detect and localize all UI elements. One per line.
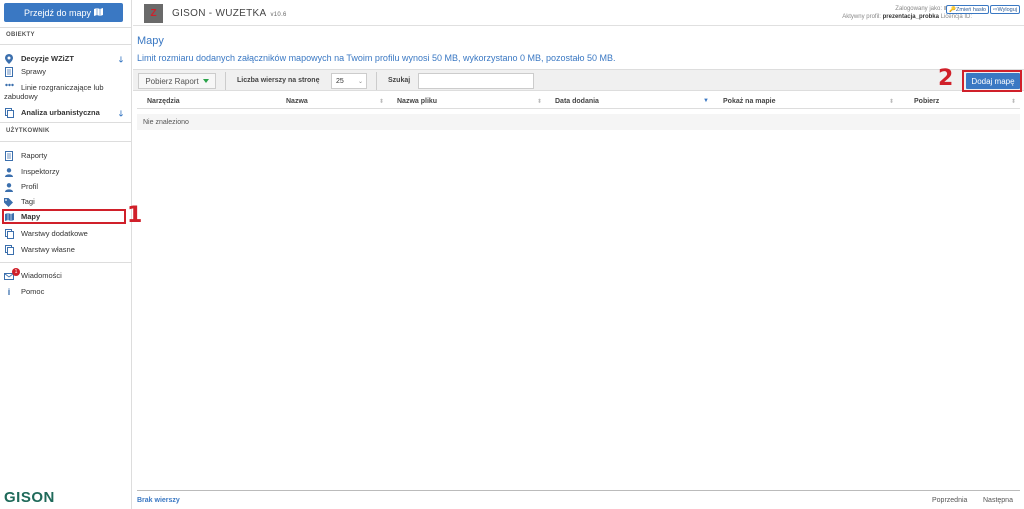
limit-info: Limit rozmiaru dodanych załączników mapo…	[137, 53, 616, 63]
key-icon: 🔑	[949, 6, 957, 13]
sidebar: Przejdź do mapy OBIEKTY Decyzje WZiZT 🡓 …	[0, 0, 142, 509]
sidebar-item-help[interactable]: i Pomoc	[4, 287, 128, 297]
sidebar-item-label: Wiadomości	[21, 271, 62, 280]
app-logo: Z	[144, 4, 163, 23]
divider	[0, 141, 132, 142]
next-page-button[interactable]: Następna	[983, 497, 1013, 504]
sidebar-item-tags[interactable]: Tagi	[4, 197, 128, 207]
annotation-marker-2: 2	[938, 66, 954, 91]
divider	[225, 72, 226, 90]
document-icon	[4, 151, 14, 161]
top-header: Z GISON - WUZETKA v10.6 Zalogowany jako: …	[133, 0, 1024, 26]
search-input[interactable]	[418, 73, 534, 89]
row-count-info: Brak wierszy	[137, 497, 180, 504]
map-icon	[94, 7, 104, 18]
sidebar-item-lines[interactable]: Linie rozgraniczające lub zabudowy	[4, 83, 128, 101]
sidebar-item-profile[interactable]: Profil	[4, 182, 128, 192]
document-icon	[4, 67, 14, 77]
divider	[376, 72, 377, 90]
sidebar-item-label: Warstwy dodatkowe	[21, 229, 88, 238]
rows-per-page-select[interactable]: 25 ⌄	[331, 73, 367, 89]
column-header-tools[interactable]: Narzędzia	[147, 98, 180, 105]
divider	[0, 27, 132, 28]
sidebar-item-inspectors[interactable]: Inspektorzy	[4, 167, 128, 177]
mail-icon: 1	[4, 268, 20, 281]
divider	[0, 262, 132, 263]
section-objects-heading: OBIEKTY	[6, 32, 35, 38]
logged-in-label: Zalogowany jako:	[895, 6, 942, 12]
sort-icon[interactable]: ⬍	[379, 98, 384, 105]
column-header-file-name[interactable]: Nazwa pliku	[397, 98, 437, 105]
license-label: Licencja ID:	[940, 14, 972, 20]
sidebar-item-additional-layers[interactable]: Warstwy dodatkowe	[4, 229, 128, 239]
sidebar-item-label: Linie rozgraniczające lub zabudowy	[4, 83, 104, 101]
sidebar-item-decisions[interactable]: Decyzje WZiZT 🡓	[4, 54, 128, 64]
column-header-name[interactable]: Nazwa	[286, 98, 308, 105]
rows-per-page-label: Liczba wierszy na stronę	[237, 77, 320, 84]
empty-table-row: Nie znaleziono	[137, 114, 1020, 130]
active-profile: prezentacja_probka	[882, 14, 939, 20]
layers-icon	[4, 245, 14, 255]
go-to-map-label: Przejdź do mapy	[23, 7, 92, 18]
sidebar-item-urban-analysis[interactable]: Analiza urbanistyczna 🡓	[4, 108, 128, 118]
rows-per-page-value: 25	[336, 77, 344, 85]
download-report-button[interactable]: Pobierz Raport	[138, 73, 216, 89]
tags-icon	[4, 197, 14, 207]
search-label: Szukaj	[388, 77, 411, 84]
column-header-download[interactable]: Pobierz	[914, 98, 939, 105]
sidebar-item-reports[interactable]: Raporty	[4, 151, 128, 161]
app-title: GISON - WUZETKA v10.6	[172, 8, 287, 19]
chevron-down-icon[interactable]: 🡓	[119, 54, 123, 68]
download-report-label: Pobierz Raport	[145, 76, 199, 86]
section-user-heading: UŻYTKOWNIK	[6, 128, 50, 134]
active-profile-label: Aktywny profil:	[842, 14, 881, 20]
change-password-label: Zmień hasło	[956, 6, 986, 13]
app-version: v10.6	[270, 12, 287, 18]
info-icon: i	[7, 287, 11, 297]
chevron-down-icon[interactable]: 🡓	[119, 108, 123, 122]
previous-page-button[interactable]: Poprzednia	[932, 497, 967, 504]
unread-badge: 1	[12, 268, 20, 276]
sort-icon[interactable]: ⬍	[537, 98, 542, 105]
divider	[0, 122, 132, 123]
sidebar-item-label: Decyzje WZiZT	[21, 54, 74, 63]
copy-icon	[4, 108, 14, 118]
sidebar-item-label: Inspektorzy	[21, 167, 60, 176]
sidebar-item-label: Sprawy	[21, 67, 47, 76]
column-header-show-on-map[interactable]: Pokaż na mapie	[723, 98, 776, 105]
add-map-button[interactable]: Dodaj mapę	[966, 73, 1020, 89]
table-toolbar: Pobierz Raport Liczba wierszy na stronę …	[133, 69, 1024, 92]
change-password-button[interactable]: 🔑 Zmień hasło	[946, 5, 989, 14]
sidebar-item-label: Tagi	[21, 197, 35, 206]
sidebar-item-cases[interactable]: Sprawy	[4, 67, 128, 77]
sidebar-item-label: Warstwy własne	[21, 245, 75, 254]
logout-button[interactable]: ⇨ Wyloguj	[989, 5, 1020, 14]
sort-icon[interactable]: ⬍	[889, 98, 894, 105]
gison-logo: GISON	[4, 489, 55, 506]
highlight-box-maps	[2, 209, 126, 224]
sort-desc-icon[interactable]: ▼	[703, 98, 709, 104]
sidebar-item-messages[interactable]: 1 Wiadomości	[4, 268, 128, 281]
sidebar-item-label: Profil	[21, 182, 39, 191]
pin-icon	[4, 54, 14, 64]
page-title: Mapy	[137, 35, 164, 47]
caret-down-icon	[202, 79, 209, 83]
column-header-date-added[interactable]: Data dodania	[555, 98, 599, 105]
sidebar-item-label: Pomoc	[21, 287, 45, 296]
table-header: Narzędzia Nazwa ⬍ Nazwa pliku ⬍ Data dod…	[137, 96, 1020, 109]
sidebar-item-label: Raporty	[21, 151, 48, 160]
user-icon	[4, 167, 14, 177]
sidebar-item-own-layers[interactable]: Warstwy własne	[4, 245, 128, 255]
sort-icon[interactable]: ⬍	[1011, 98, 1016, 105]
divider	[0, 44, 132, 45]
go-to-map-button[interactable]: Przejdź do mapy	[4, 3, 123, 22]
app-title-text: GISON - WUZETKA	[172, 8, 267, 19]
logout-label: Wyloguj	[997, 6, 1017, 13]
chevron-down-icon: ⌄	[357, 78, 363, 85]
table-footer: Brak wierszy Poprzednia Następna	[137, 490, 1020, 509]
user-icon	[4, 182, 14, 192]
sidebar-item-label: Analiza urbanistyczna	[21, 108, 100, 117]
layers-icon	[4, 229, 14, 239]
main-content: Mapy Limit rozmiaru dodanych załączników…	[133, 26, 1024, 509]
